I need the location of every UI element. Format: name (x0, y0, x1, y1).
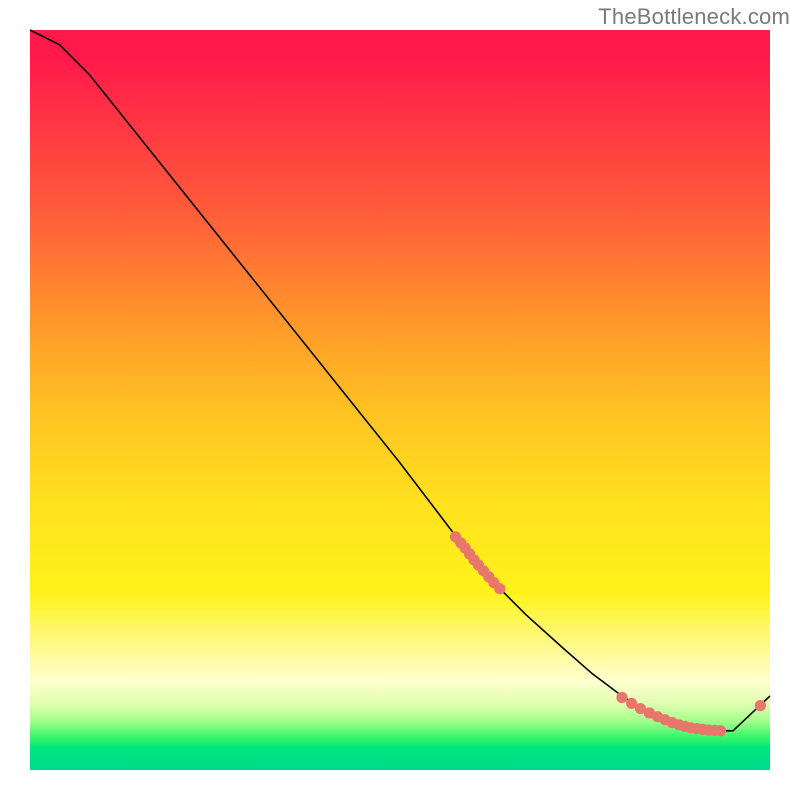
attribution-label: TheBottleneck.com (598, 4, 790, 30)
data-point (755, 700, 766, 711)
data-point (715, 725, 726, 736)
bottleneck-curve (30, 30, 770, 731)
plot-area (30, 30, 770, 770)
data-point (616, 692, 627, 703)
chart-overlay (30, 30, 770, 770)
chart-container: TheBottleneck.com (0, 0, 800, 800)
data-markers (450, 531, 766, 736)
data-point (494, 583, 505, 594)
